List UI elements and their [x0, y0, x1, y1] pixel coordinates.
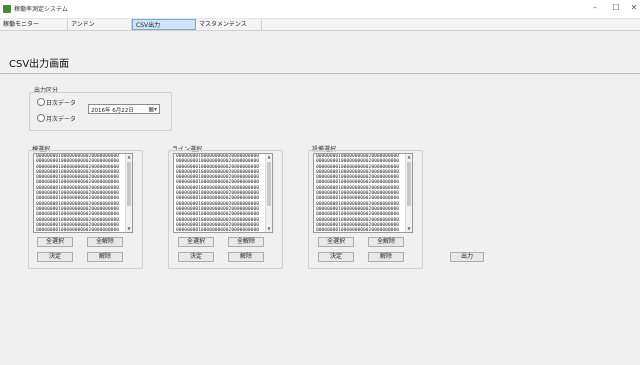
tab-master-maintenance[interactable]: マスタメンテンス — [196, 19, 262, 30]
building-list-items: 000000001000000000020000000000 000000001… — [34, 154, 132, 232]
window-title-bar: 稼働率測定システム – ☐ ✕ — [0, 0, 640, 19]
scroll-thumb[interactable] — [267, 162, 271, 206]
scroll-up-icon[interactable]: ▲ — [406, 154, 412, 160]
close-icon[interactable]: ✕ — [627, 3, 640, 13]
scroll-thumb[interactable] — [407, 162, 411, 206]
building-select-all-button[interactable]: 全選択 — [37, 237, 73, 247]
line-list-scrollbar[interactable]: ▲ ▼ — [265, 154, 272, 232]
equipment-confirm-button[interactable]: 決定 — [318, 252, 354, 262]
list-item[interactable]: 000000001000000000020000000000 — [34, 228, 132, 232]
maximize-icon[interactable]: ☐ — [609, 3, 623, 13]
scroll-down-icon[interactable]: ▼ — [406, 226, 412, 232]
list-item[interactable]: 000000001000000000020000000000 — [174, 196, 272, 201]
equipment-select-all-button[interactable]: 全選択 — [318, 237, 354, 247]
window-title: 稼働率測定システム — [14, 6, 68, 13]
equipment-listbox[interactable]: 000000001000000000020000000000 000000001… — [313, 153, 413, 233]
date-value: 2016年 6月22日 — [91, 108, 134, 114]
menu-bar: 稼働モニター アンドン CSV出力 マスタメンテンス — [0, 19, 640, 31]
list-item[interactable]: 000000001000000000020000000000 — [174, 159, 272, 164]
tab-andon[interactable]: アンドン — [68, 19, 132, 30]
app-icon — [3, 5, 11, 13]
equipment-list-items: 000000001000000000020000000000 000000001… — [314, 154, 412, 232]
list-item[interactable]: 000000001000000000020000000000 — [314, 196, 412, 201]
equipment-list-scrollbar[interactable]: ▲ ▼ — [405, 154, 412, 232]
radio-monthly[interactable] — [37, 114, 45, 122]
line-listbox[interactable]: 000000001000000000020000000000 000000001… — [173, 153, 273, 233]
tab-monitor[interactable]: 稼働モニター — [0, 19, 68, 30]
scroll-down-icon[interactable]: ▼ — [126, 226, 132, 232]
building-release-button[interactable]: 解除 — [87, 252, 123, 262]
line-release-button[interactable]: 解除 — [228, 252, 264, 262]
list-item[interactable]: 000000001000000000020000000000 — [174, 180, 272, 185]
list-item[interactable]: 000000001000000000020000000000 — [314, 228, 412, 232]
building-deselect-all-button[interactable]: 全解除 — [87, 237, 123, 247]
radio-daily[interactable] — [37, 98, 45, 106]
date-picker[interactable]: 2016年 6月22日 ▦▾ — [88, 104, 160, 114]
page-title: CSV出力画面 — [9, 59, 70, 70]
scroll-down-icon[interactable]: ▼ — [266, 226, 272, 232]
list-item[interactable]: 000000001000000000020000000000 — [314, 212, 412, 217]
radio-daily-label[interactable]: 日次データ — [46, 98, 76, 107]
scroll-thumb[interactable] — [127, 162, 131, 206]
building-list-scrollbar[interactable]: ▲ ▼ — [125, 154, 132, 232]
line-confirm-button[interactable]: 決定 — [178, 252, 214, 262]
building-confirm-button[interactable]: 決定 — [37, 252, 73, 262]
list-item[interactable]: 000000001000000000020000000000 — [34, 180, 132, 185]
title-divider — [0, 73, 640, 74]
output-button[interactable]: 出力 — [450, 252, 484, 262]
building-listbox[interactable]: 000000001000000000020000000000 000000001… — [33, 153, 133, 233]
line-deselect-all-button[interactable]: 全解除 — [228, 237, 264, 247]
list-item[interactable]: 000000001000000000020000000000 — [34, 159, 132, 164]
radio-monthly-label[interactable]: 月次データ — [46, 114, 76, 123]
list-item[interactable]: 000000001000000000020000000000 — [34, 212, 132, 217]
list-item[interactable]: 000000001000000000020000000000 — [174, 212, 272, 217]
scroll-up-icon[interactable]: ▲ — [266, 154, 272, 160]
line-list-items: 000000001000000000020000000000 000000001… — [174, 154, 272, 232]
list-item[interactable]: 000000001000000000020000000000 — [314, 180, 412, 185]
tab-csv-output[interactable]: CSV出力 — [132, 19, 196, 30]
list-item[interactable]: 000000001000000000020000000000 — [314, 159, 412, 164]
equipment-release-button[interactable]: 解除 — [368, 252, 404, 262]
list-item[interactable]: 000000001000000000020000000000 — [34, 196, 132, 201]
scroll-up-icon[interactable]: ▲ — [126, 154, 132, 160]
list-item[interactable]: 000000001000000000020000000000 — [174, 228, 272, 232]
calendar-dropdown-icon[interactable]: ▦▾ — [148, 106, 157, 113]
minimize-icon[interactable]: – — [588, 3, 602, 13]
line-select-all-button[interactable]: 全選択 — [178, 237, 214, 247]
equipment-deselect-all-button[interactable]: 全解除 — [368, 237, 404, 247]
